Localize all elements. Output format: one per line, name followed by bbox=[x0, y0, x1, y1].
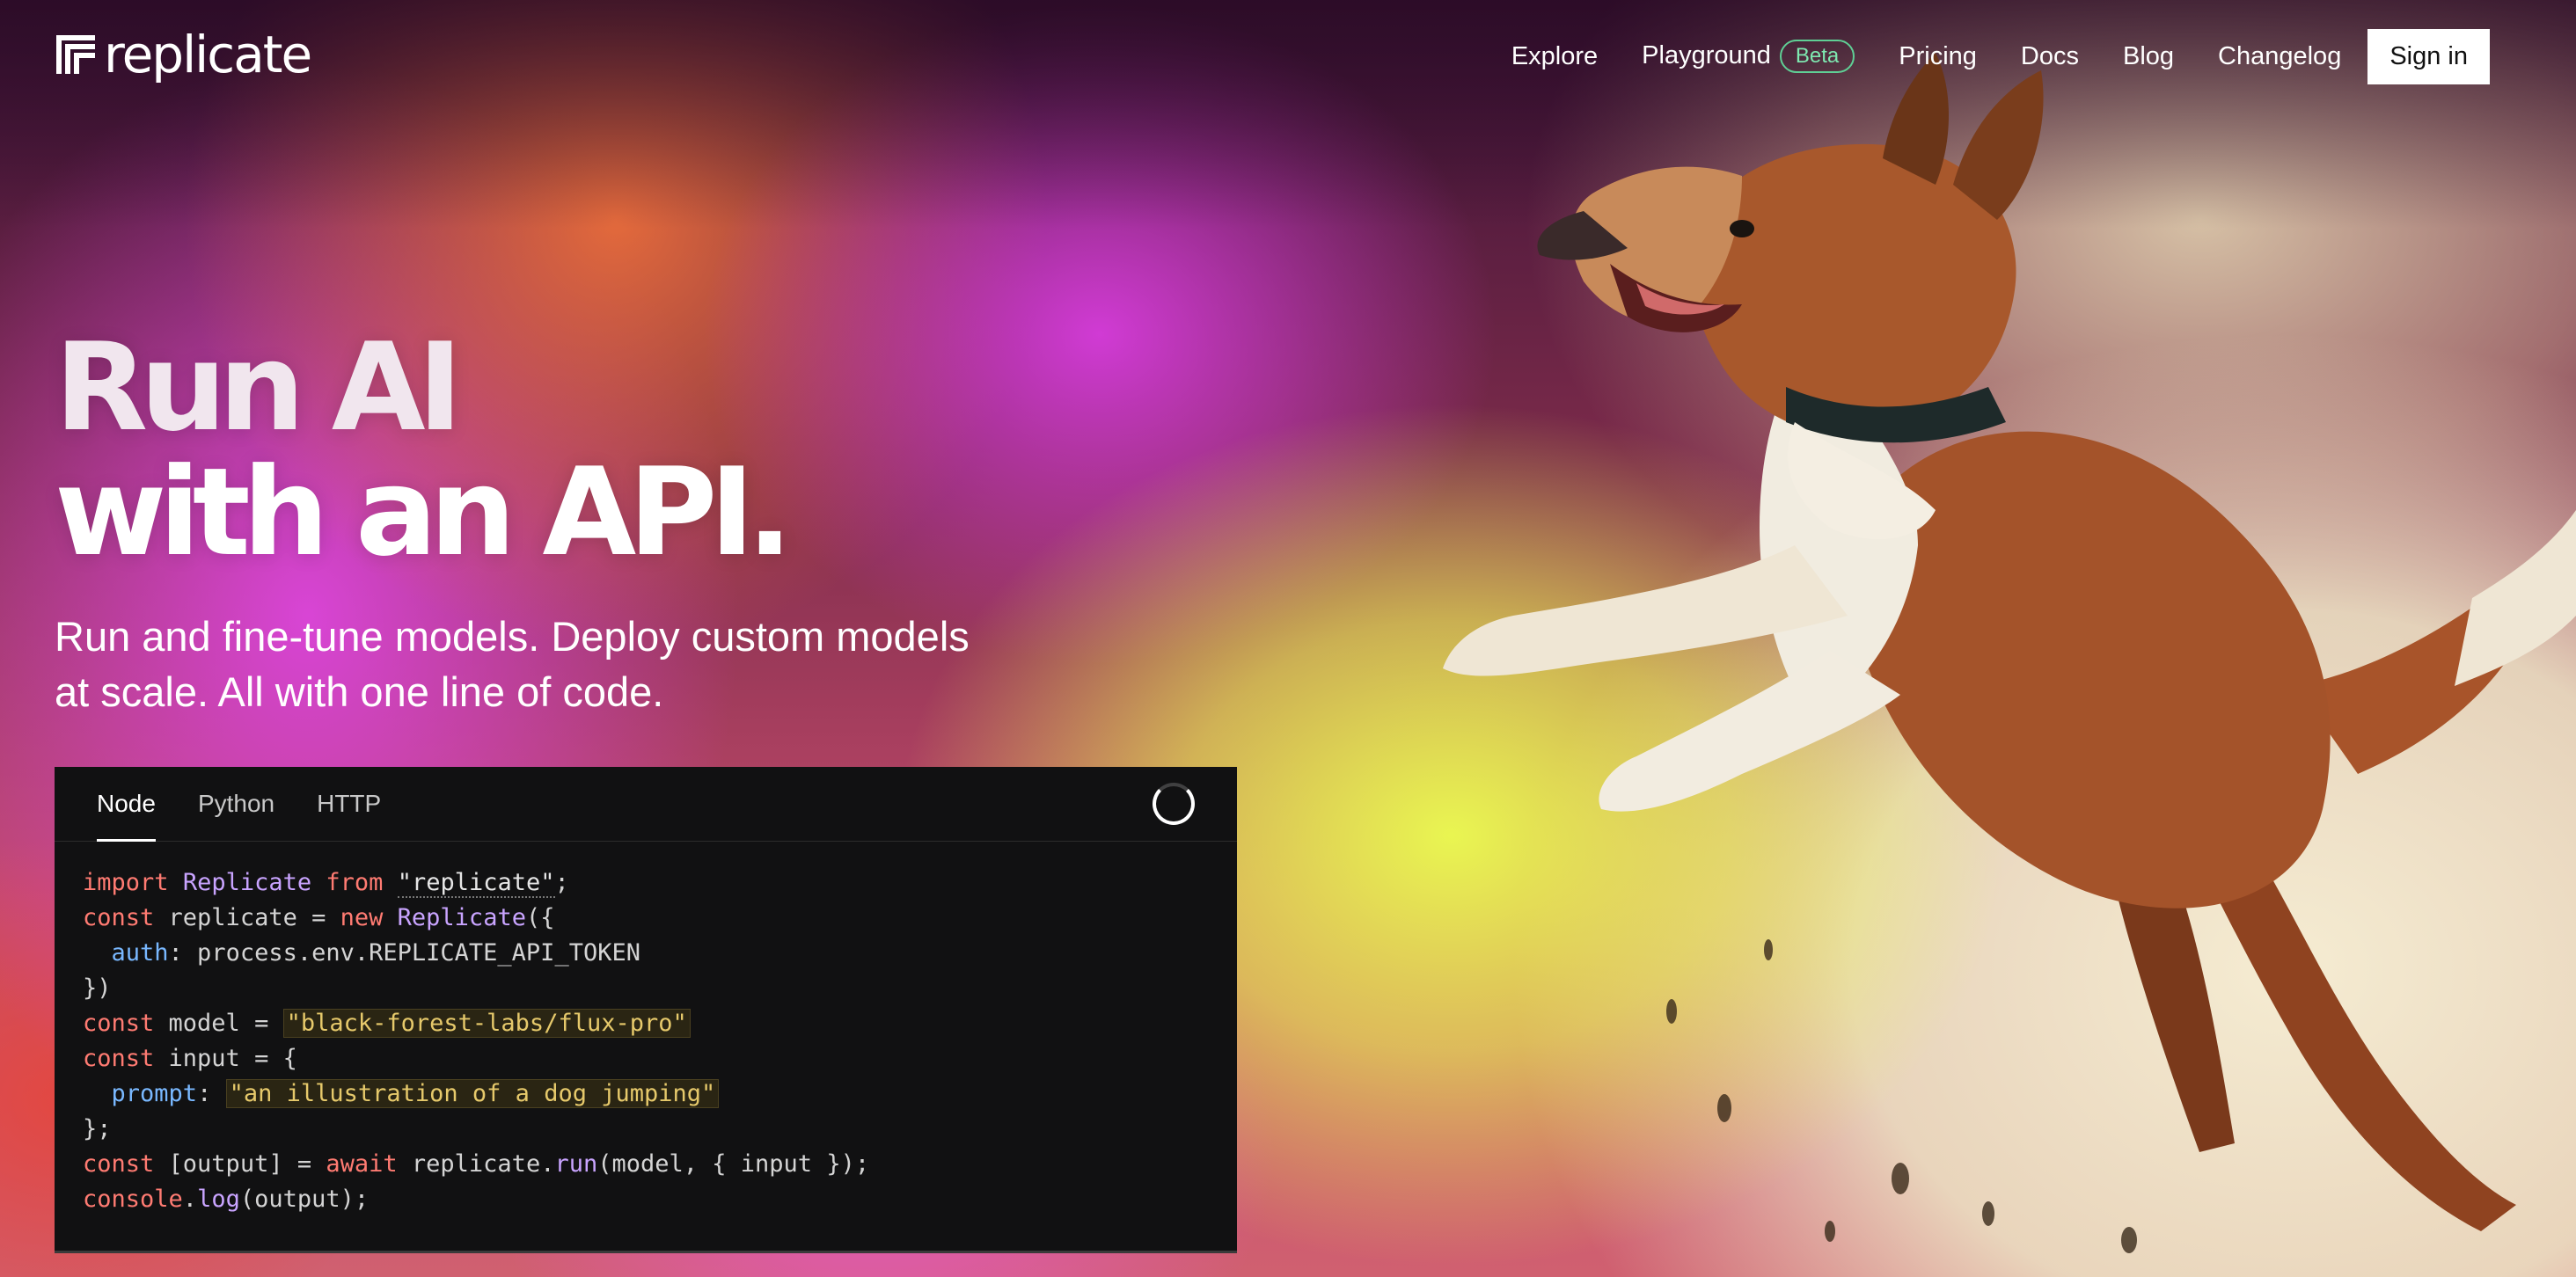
code-token: Replicate bbox=[182, 869, 312, 896]
hero-title-line2: with an API. bbox=[55, 441, 793, 583]
code-token: model = bbox=[154, 1010, 283, 1037]
tab-http[interactable]: HTTP bbox=[317, 767, 381, 841]
code-token: const bbox=[83, 1045, 155, 1072]
code-token: }) bbox=[83, 974, 112, 1002]
code-token: input = { bbox=[154, 1045, 297, 1072]
nav-link-playground[interactable]: Playground Beta bbox=[1642, 39, 1855, 74]
code-token: : bbox=[197, 1080, 226, 1107]
brand-name: replicate bbox=[104, 25, 312, 84]
nav-link-pricing[interactable]: Pricing bbox=[1899, 42, 1977, 71]
hero-title: Run AI with an API. bbox=[55, 317, 793, 583]
nav-link-playground-label: Playground bbox=[1642, 41, 1771, 70]
code-token: "an illustration of a dog jumping" bbox=[225, 1079, 720, 1108]
code-token: . bbox=[182, 1186, 198, 1213]
language-tabs: Node Python HTTP bbox=[55, 767, 1237, 842]
code-token: (output); bbox=[239, 1186, 370, 1213]
code-token: const bbox=[83, 1150, 155, 1178]
code-token: console bbox=[83, 1186, 183, 1213]
nav-link-explore[interactable]: Explore bbox=[1511, 42, 1598, 71]
code-token: from bbox=[326, 869, 384, 896]
replicate-logo[interactable]: replicate bbox=[53, 25, 312, 84]
tab-node[interactable]: Node bbox=[97, 767, 156, 842]
hero-title-line1: Run AI bbox=[55, 317, 463, 458]
code-token: : process.env.REPLICATE_API_TOKEN bbox=[168, 939, 640, 967]
code-token: auth bbox=[111, 939, 169, 967]
loading-spinner-icon bbox=[1153, 783, 1195, 825]
nav-link-docs[interactable]: Docs bbox=[2021, 42, 2079, 71]
code-token: await bbox=[326, 1150, 398, 1178]
nav-links: Explore Playground Beta Pricing Docs Blo… bbox=[1511, 28, 2490, 84]
nav-link-changelog[interactable]: Changelog bbox=[2218, 42, 2341, 71]
replicate-logo-icon bbox=[56, 35, 95, 74]
beta-badge: Beta bbox=[1779, 39, 1855, 74]
code-block[interactable]: import Replicate from "replicate"; const… bbox=[83, 865, 869, 1217]
sign-in-button[interactable]: Sign in bbox=[2367, 28, 2490, 84]
code-token: }; bbox=[83, 1115, 112, 1142]
code-token: [output] = bbox=[154, 1150, 326, 1178]
code-token: log bbox=[197, 1186, 240, 1213]
code-token: Replicate bbox=[397, 904, 526, 931]
top-nav: replicate Explore Playground Beta Pricin… bbox=[0, 0, 2576, 113]
code-token: prompt bbox=[111, 1080, 198, 1107]
code-token: new bbox=[340, 904, 384, 931]
code-token: "replicate" bbox=[397, 869, 555, 898]
code-token: run bbox=[554, 1150, 598, 1178]
code-token: ({ bbox=[525, 904, 555, 931]
dog-illustration bbox=[1443, 53, 2576, 1253]
code-example-panel: Node Python HTTP import Replicate from "… bbox=[55, 767, 1237, 1253]
nav-link-blog[interactable]: Blog bbox=[2123, 42, 2174, 71]
code-token: (model, { input }); bbox=[597, 1150, 870, 1178]
code-token: "black-forest-labs/flux-pro" bbox=[282, 1009, 691, 1038]
hero-subtitle: Run and fine-tune models. Deploy custom … bbox=[55, 613, 970, 715]
tab-python[interactable]: Python bbox=[198, 767, 274, 841]
code-token: replicate. bbox=[397, 1150, 555, 1178]
code-token: import bbox=[83, 869, 169, 896]
code-token: replicate = bbox=[154, 904, 340, 931]
code-token: ; bbox=[554, 869, 569, 896]
code-token: const bbox=[83, 1010, 155, 1037]
code-token: const bbox=[83, 904, 155, 931]
